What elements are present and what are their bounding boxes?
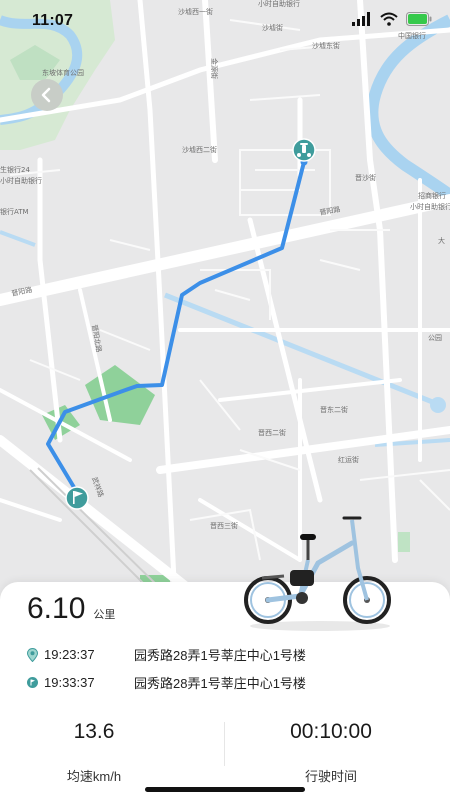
bicycle-image [244,516,391,631]
end-row: 19:33:37 园秀路28弄1号莘庄中心1号楼 [27,673,306,692]
avg-speed-label: 均速km/h [66,769,122,784]
distance-value: 6.10 [27,592,86,625]
map-label-jindong-2: 晋东二街 [320,405,348,414]
map-label-atm: 银行ATM [0,207,29,216]
map-label-jinxi-3: 晋西三街 [210,521,238,530]
map-label-bank24: 生银行24 [0,165,30,174]
start-pin-icon [27,647,38,662]
status-bar: 11:07 [0,0,450,42]
status-time: 11:07 [32,12,74,29]
distance-block: 6.10 公里 [27,592,115,626]
map-label-jinxi-2: 晋西二街 [258,428,286,437]
map-label-gongyuan: 公园 [428,334,442,342]
end-flag-icon [27,677,38,688]
start-row: 19:23:37 园秀路28弄1号莘庄中心1号楼 [27,645,306,664]
map-label-zhaoshang: 招商银行 [418,191,446,200]
map-label-shaxia-xi-2: 沙墟西二街 [182,145,217,154]
signal-icon [352,12,370,26]
end-address: 园秀路28弄1号莘庄中心1号楼 [134,676,306,691]
map-label-jinsha: 晋沙街 [355,173,376,182]
map-label-jinyuan: 金源街 [210,58,219,79]
map-label-honghua: 红运街 [338,455,359,464]
map-label-park: 东坡体育公园 [42,68,84,77]
avg-speed-stat: 13.6 均速km/h [0,720,194,785]
map-label-shaxia-east: 沙墟东街 [312,41,340,50]
stats-divider [224,722,225,766]
end-time: 19:33:37 [44,675,95,690]
start-time: 19:23:37 [44,647,95,662]
avg-speed-value: 13.6 [73,720,115,743]
chevron-left-icon [41,87,51,103]
distance-unit: 公里 [93,609,116,621]
duration-value: 00:10:00 [290,720,372,743]
wifi-icon [380,12,398,26]
map-label-bank24b: 小时自助银行 [0,176,42,185]
map-label-da: 大 [438,236,445,245]
start-address: 园秀路28弄1号莘庄中心1号楼 [134,648,306,663]
end-marker[interactable] [65,486,89,510]
duration-stat: 00:10:00 行驶时间 [231,720,431,785]
home-indicator [145,787,305,792]
map-label-zhaoshang-b: 小时自助银行 [410,202,450,211]
back-button[interactable] [31,79,63,111]
battery-icon [406,12,432,26]
status-icons [352,12,432,26]
duration-label: 行驶时间 [304,769,357,784]
